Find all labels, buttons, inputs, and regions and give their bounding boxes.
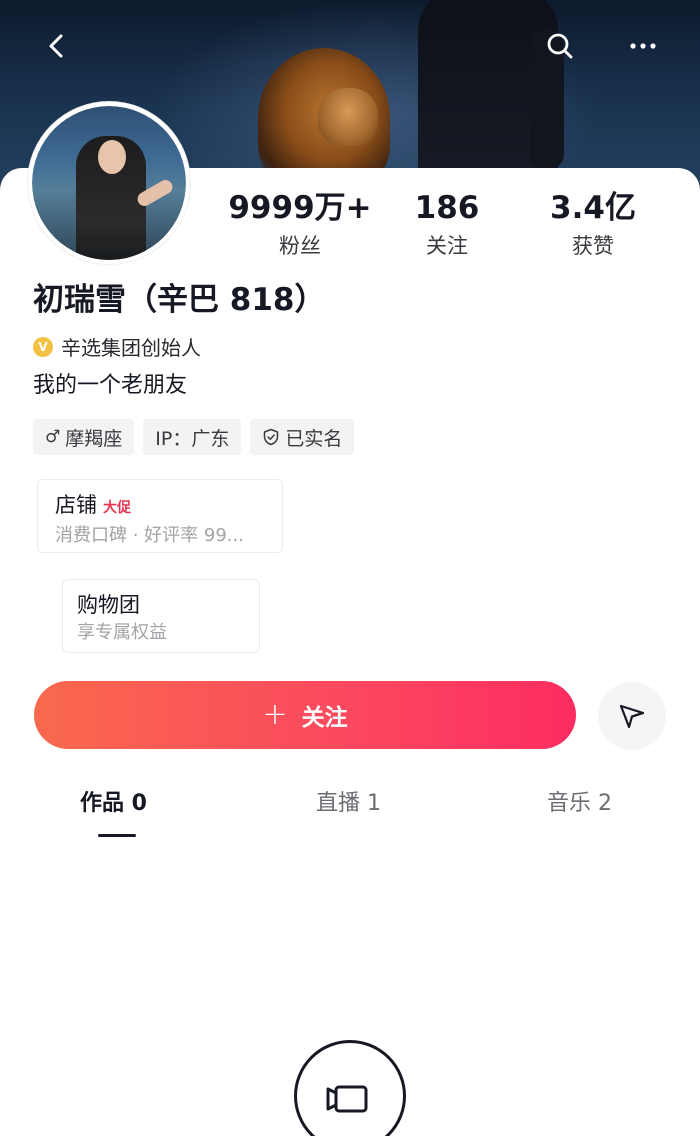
stat-following[interactable]: 186 关注 bbox=[372, 188, 522, 260]
group-title: 购物团 bbox=[77, 593, 140, 617]
search-icon bbox=[547, 33, 573, 59]
group-subtitle: 享专属权益 bbox=[77, 622, 167, 643]
paper-plane-icon bbox=[619, 704, 645, 729]
follow-button[interactable]: + 关注 bbox=[34, 681, 576, 749]
male-icon: ♂ bbox=[45, 427, 61, 447]
tag-zodiac: ♂ 摩羯座 bbox=[33, 419, 135, 455]
tab-live[interactable]: 直播 1 bbox=[316, 785, 381, 823]
plus-icon: + bbox=[262, 697, 288, 732]
stat-label: 关注 bbox=[426, 234, 468, 258]
share-button[interactable] bbox=[598, 682, 666, 750]
tab-music[interactable]: 音乐 2 bbox=[547, 785, 612, 823]
profile-card: 9999万+ 粉丝 186 关注 3.4亿 获赞 初瑞雪（辛巴 818） V 辛… bbox=[0, 168, 700, 1136]
verified-badge-icon: V bbox=[33, 336, 53, 357]
tag-verified: 已实名 bbox=[250, 419, 355, 455]
shop-subtitle: 消费口碑 · 好评率 99... bbox=[55, 525, 244, 546]
profile-name: 初瑞雪（辛巴 818） bbox=[33, 282, 326, 318]
more-dots-icon bbox=[630, 43, 656, 49]
more-button[interactable] bbox=[619, 22, 667, 70]
shop-title-row: 店铺 大促 bbox=[55, 490, 282, 523]
video-camera-icon bbox=[326, 1085, 368, 1113]
follow-label: 关注 bbox=[301, 705, 348, 731]
avatar[interactable] bbox=[28, 102, 190, 264]
shield-check-icon bbox=[264, 428, 279, 446]
tag-label: IP：广东 bbox=[155, 427, 230, 450]
stat-likes[interactable]: 3.4亿 获赞 bbox=[518, 188, 668, 260]
shop-title: 店铺 bbox=[55, 493, 97, 517]
search-button[interactable] bbox=[536, 22, 584, 70]
stat-value: 3.4亿 bbox=[550, 190, 636, 226]
avatar-face bbox=[98, 140, 126, 174]
verification-row: V 辛选集团创始人 bbox=[33, 332, 201, 361]
tag-ip: IP：广东 bbox=[143, 419, 242, 455]
stat-followers[interactable]: 9999万+ 粉丝 bbox=[225, 188, 375, 260]
profile-tags: ♂ 摩羯座 IP：广东 已实名 bbox=[33, 419, 363, 455]
shop-promo-badge: 大促 bbox=[103, 500, 131, 516]
stat-value: 9999万+ bbox=[228, 190, 372, 226]
banner-lion-face bbox=[318, 88, 378, 146]
active-tab-indicator bbox=[98, 834, 136, 837]
stat-label: 粉丝 bbox=[279, 234, 321, 258]
tag-label: 摩羯座 bbox=[65, 427, 123, 450]
stat-label: 获赞 bbox=[572, 234, 614, 258]
content-tabs: 作品 0 直播 1 音乐 2 bbox=[0, 785, 700, 835]
shop-card[interactable]: 店铺 大促 消费口碑 · 好评率 99... bbox=[37, 479, 283, 553]
profile-stats: 9999万+ 粉丝 186 关注 3.4亿 获赞 bbox=[215, 188, 675, 268]
tag-label: 已实名 bbox=[285, 427, 343, 450]
profile-bio: 我的一个老朋友 bbox=[33, 373, 188, 398]
stat-value: 186 bbox=[414, 190, 480, 226]
tab-works[interactable]: 作品 0 bbox=[80, 785, 147, 823]
chevron-left-icon bbox=[49, 34, 63, 58]
back-button[interactable] bbox=[33, 22, 81, 70]
verification-text: 辛选集团创始人 bbox=[61, 336, 201, 360]
shopping-group-card[interactable]: 购物团 享专属权益 bbox=[62, 579, 260, 653]
